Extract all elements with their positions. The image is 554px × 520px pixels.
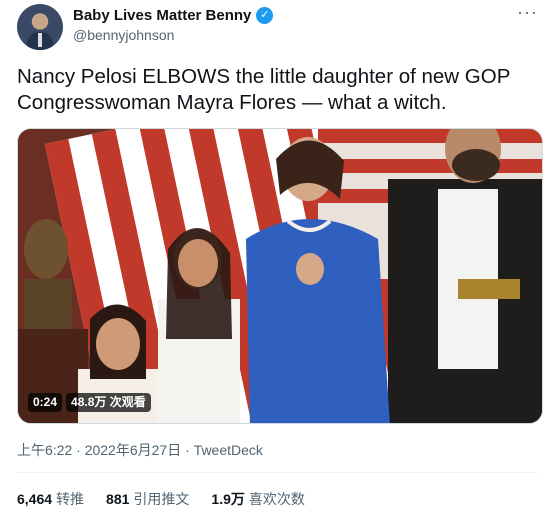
- meta-separator: ·: [181, 442, 194, 458]
- avatar[interactable]: [17, 4, 63, 50]
- video-frame: [18, 129, 542, 423]
- tweet-meta: 上午6:22 · 2022年6月27日 · TweetDeck: [17, 440, 263, 460]
- quotes-stat[interactable]: 881 引用推文: [106, 489, 189, 509]
- retweets-count: 6,464: [17, 491, 53, 507]
- video-player[interactable]: 0:24 48.8万 次观看: [17, 128, 543, 424]
- video-duration: 0:24: [28, 393, 63, 412]
- video-views: 48.8万 次观看: [66, 393, 151, 412]
- retweets-stat[interactable]: 6,464 转推: [17, 489, 84, 509]
- quotes-label: 引用推文: [133, 491, 190, 507]
- author-handle[interactable]: @bennyjohnson: [73, 27, 174, 43]
- tweet-date[interactable]: 2022年6月27日: [85, 442, 182, 458]
- tweet-card: Baby Lives Matter Benny ✓ @bennyjohnson …: [0, 0, 554, 520]
- likes-stat[interactable]: 1.9万 喜欢次数: [211, 489, 304, 509]
- tweet-stats: 6,464 转推 881 引用推文 1.9万 喜欢次数: [17, 489, 305, 509]
- retweets-label: 转推: [56, 491, 85, 507]
- tweet-source[interactable]: TweetDeck: [194, 442, 263, 458]
- divider: [17, 472, 537, 473]
- author-display-name[interactable]: Baby Lives Matter Benny: [73, 7, 251, 24]
- tweet-text: Nancy Pelosi ELBOWS the little daughter …: [17, 65, 511, 114]
- tweet-time[interactable]: 上午6:22: [17, 442, 72, 458]
- likes-label: 喜欢次数: [248, 491, 305, 507]
- verified-badge-icon: ✓: [256, 7, 274, 24]
- likes-count: 1.9万: [211, 491, 245, 507]
- author-name-row[interactable]: Baby Lives Matter Benny ✓: [73, 7, 274, 24]
- video-badges: 0:24 48.8万 次观看: [28, 393, 151, 412]
- avatar-tie: [38, 33, 42, 47]
- more-options-icon[interactable]: ···: [517, 3, 538, 21]
- meta-separator: ·: [72, 442, 85, 458]
- quotes-count: 881: [106, 491, 130, 507]
